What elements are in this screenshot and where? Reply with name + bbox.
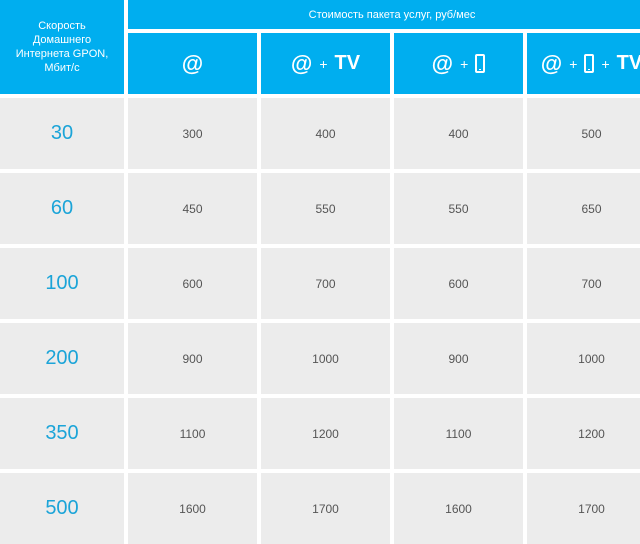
price-cell: 1700 xyxy=(527,473,640,544)
internet-at-icon: @ xyxy=(290,50,313,76)
tariff-table: Скорость Домашнего Интернета GPON, Мбит/… xyxy=(0,0,640,544)
package-internet-tv: @ + TV xyxy=(261,33,390,94)
package-internet-mobile: @ + xyxy=(394,33,523,94)
speed-cell: 200 xyxy=(0,323,124,394)
speed-cell: 100 xyxy=(0,248,124,319)
speed-cell: 500 xyxy=(0,473,124,544)
price-cell: 300 xyxy=(128,98,257,169)
tv-label: TV xyxy=(334,52,361,74)
plus-sign: + xyxy=(601,55,610,72)
price-cell: 1700 xyxy=(261,473,390,544)
price-cell: 1000 xyxy=(261,323,390,394)
price-cell: 1200 xyxy=(527,398,640,469)
price-cell: 1600 xyxy=(394,473,523,544)
price-cell: 1100 xyxy=(128,398,257,469)
price-column-header-text: Стоимость пакета услуг, руб/мес xyxy=(308,8,476,21)
price-cell: 400 xyxy=(394,98,523,169)
mobile-phone-icon xyxy=(584,54,595,73)
price-cell: 1200 xyxy=(261,398,390,469)
price-cell: 600 xyxy=(394,248,523,319)
price-cell: 700 xyxy=(261,248,390,319)
price-cell: 900 xyxy=(128,323,257,394)
price-cell: 700 xyxy=(527,248,640,319)
price-cell: 900 xyxy=(394,323,523,394)
package-internet-mobile-tv: @ + + TV xyxy=(527,33,640,94)
price-cell: 500 xyxy=(527,98,640,169)
plus-sign: + xyxy=(569,55,578,72)
plus-sign: + xyxy=(319,55,328,72)
speed-column-header-text: Скорость Домашнего Интернета GPON, Мбит/… xyxy=(15,20,109,74)
speed-cell: 350 xyxy=(0,398,124,469)
price-cell: 550 xyxy=(261,173,390,244)
mobile-phone-icon xyxy=(475,54,486,73)
package-internet: @ xyxy=(128,33,257,94)
price-cell: 1600 xyxy=(128,473,257,544)
internet-at-icon: @ xyxy=(540,50,563,76)
plus-sign: + xyxy=(460,55,469,72)
speed-cell: 30 xyxy=(0,98,124,169)
internet-at-icon: @ xyxy=(181,50,204,76)
price-cell: 400 xyxy=(261,98,390,169)
price-cell: 600 xyxy=(128,248,257,319)
speed-column-header: Скорость Домашнего Интернета GPON, Мбит/… xyxy=(0,0,124,94)
tv-label: TV xyxy=(616,52,640,74)
price-column-header: Стоимость пакета услуг, руб/мес xyxy=(128,0,640,29)
speed-cell: 60 xyxy=(0,173,124,244)
price-cell: 450 xyxy=(128,173,257,244)
price-cell: 650 xyxy=(527,173,640,244)
price-cell: 1100 xyxy=(394,398,523,469)
internet-at-icon: @ xyxy=(431,50,454,76)
price-cell: 1000 xyxy=(527,323,640,394)
price-cell: 550 xyxy=(394,173,523,244)
